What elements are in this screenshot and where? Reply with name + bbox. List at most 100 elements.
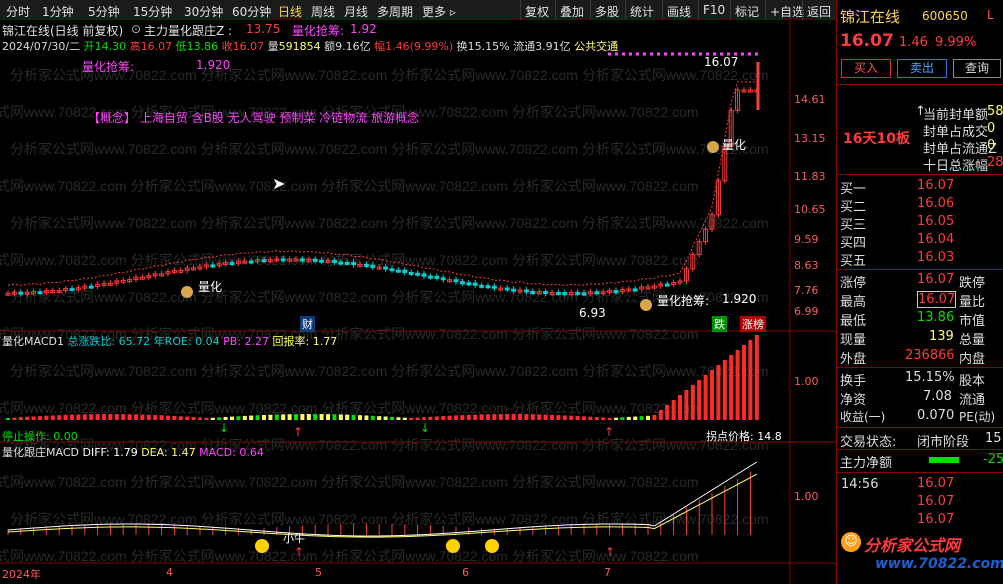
stop-op: 停止操作: 0.00 xyxy=(2,430,78,443)
macd1-bar xyxy=(70,414,74,420)
board-count: 16天10板 xyxy=(843,131,910,147)
buy-button[interactable]: 买入 xyxy=(841,59,891,78)
tab-fenshi[interactable]: 分时 xyxy=(6,3,30,20)
x-label-month: 7 xyxy=(604,566,611,579)
macd1-bar xyxy=(287,414,292,420)
candle-body xyxy=(18,291,24,295)
divider xyxy=(837,472,1003,473)
tab-60min[interactable]: 60分钟 xyxy=(232,3,271,20)
macd1-bar xyxy=(377,416,382,420)
smile-icon xyxy=(446,539,460,553)
tab-30min[interactable]: 30分钟 xyxy=(184,3,223,20)
macd1-bar xyxy=(434,416,439,420)
low-label: 6.93 xyxy=(579,306,606,320)
macd1-bar xyxy=(614,417,618,420)
quote-label: 外盘 xyxy=(840,352,867,367)
macd1-bar xyxy=(396,417,401,420)
macd1-bar xyxy=(594,417,599,420)
tab-15min[interactable]: 15分钟 xyxy=(133,3,172,20)
down-badge: 跌 xyxy=(712,316,727,332)
macd1-bar xyxy=(588,416,593,420)
macd1-bar xyxy=(249,415,254,420)
query-button[interactable]: 查询 xyxy=(953,59,1001,78)
bid-price: 16.03 xyxy=(917,250,955,265)
tab-daily[interactable]: 日线 xyxy=(278,3,302,20)
macd1-roe: 年ROE: 0.04 xyxy=(153,335,220,348)
btn-draw[interactable]: 画线 xyxy=(662,0,695,20)
bid-label: 买二 xyxy=(840,200,867,215)
macd1-bar xyxy=(25,416,30,420)
btn-back[interactable]: 返回 xyxy=(802,0,835,20)
macd1-bar xyxy=(223,416,228,420)
watermark-text: 分析家公式网www.70822.com 分析家公式网www.70822.com … xyxy=(10,141,769,157)
candle-body xyxy=(261,259,267,263)
tab-monthly[interactable]: 月线 xyxy=(344,3,368,20)
macd1-bar xyxy=(82,414,87,420)
price-pct: 9.99% xyxy=(935,35,977,50)
qh-value: 1.920 xyxy=(196,58,231,72)
candle-body xyxy=(402,269,408,273)
quote-panel: 锦江在线 600650 L 16.07 1.46 9.99% 买入 卖出 查询 … xyxy=(836,0,1003,584)
tab-more[interactable]: 更多 ▹ xyxy=(422,3,456,20)
macd1-bar xyxy=(511,414,516,420)
tab-multi-period[interactable]: 多周期 xyxy=(377,3,413,20)
candle-body xyxy=(37,291,43,295)
bid-price: 16.04 xyxy=(917,232,955,247)
info-label: 十日总涨幅 xyxy=(923,159,989,174)
btn-fuquan[interactable]: 复权 xyxy=(520,0,553,20)
tab-weekly[interactable]: 周线 xyxy=(311,3,335,20)
tick-price: 16.07 xyxy=(917,494,955,509)
macd1-bar xyxy=(210,417,215,420)
tab-5min[interactable]: 5分钟 xyxy=(88,3,120,20)
macd1-bar xyxy=(710,370,714,420)
macd1-bar xyxy=(473,414,478,420)
macd1-bar xyxy=(134,414,138,420)
tick-price: 16.07 xyxy=(917,476,955,491)
candle-body xyxy=(421,273,427,277)
qh-marker-label-1: 量化 xyxy=(198,280,223,294)
tab-1min[interactable]: 1分钟 xyxy=(42,3,74,20)
x-label-month: 5 xyxy=(315,566,322,579)
quote-label: 涨停 xyxy=(840,276,867,291)
macd1-bar xyxy=(742,345,746,420)
btn-f10[interactable]: F10 xyxy=(698,0,729,20)
net-flow-value: -25 xyxy=(983,452,1003,467)
quote-value-highlight: 16.07 xyxy=(917,291,957,308)
info-value: 0 xyxy=(987,121,996,136)
candle-body xyxy=(504,287,510,291)
candle-body xyxy=(523,289,529,293)
price-tick: 8.63 xyxy=(794,259,819,272)
macd1-bar xyxy=(38,416,42,420)
macd1-bar xyxy=(492,414,497,420)
macd1-bar xyxy=(108,414,113,420)
info-value: 0 xyxy=(987,138,996,153)
macd1-bar xyxy=(204,417,209,420)
macd2-dea: DEA: 1.47 xyxy=(141,446,196,459)
macd1-bar xyxy=(191,417,196,420)
macd2-macd: MACD: 0.64 xyxy=(199,446,264,459)
macd1-pb: PB: 2.27 xyxy=(223,335,270,348)
watermark-text: 分析家公式网www.70822.com 分析家公式网www.70822.com … xyxy=(0,400,699,416)
macd1-bar xyxy=(620,417,625,420)
watermark-text: 分析家公式网www.70822.com 分析家公式网www.70822.com … xyxy=(0,252,699,268)
btn-mark[interactable]: 标记 xyxy=(730,0,763,20)
macd1-bar xyxy=(268,414,273,420)
finance-badge: 财 xyxy=(300,316,315,332)
quote-label: 最高 xyxy=(840,295,867,310)
macd1-bar xyxy=(460,415,465,420)
quote-right-label: 总量 xyxy=(959,333,986,348)
btn-multi-stock[interactable]: 多股 xyxy=(590,0,623,20)
macd1-bar xyxy=(121,414,126,420)
quote-label: 现量 xyxy=(840,333,867,348)
quote-right-label: 市值 xyxy=(959,314,986,329)
peak-label: 16.07 xyxy=(704,55,739,69)
btn-overlay[interactable]: 叠加 xyxy=(555,0,588,20)
quote-label: 最低 xyxy=(840,314,867,329)
bid-label: 买一 xyxy=(840,182,867,197)
sell-button[interactable]: 卖出 xyxy=(897,59,947,78)
candle-body xyxy=(344,261,350,265)
macd1-bar xyxy=(274,414,279,420)
qh-label: 量化抢筹: xyxy=(82,60,135,74)
macd1-bar xyxy=(479,414,484,420)
btn-stats[interactable]: 统计 xyxy=(625,0,658,20)
